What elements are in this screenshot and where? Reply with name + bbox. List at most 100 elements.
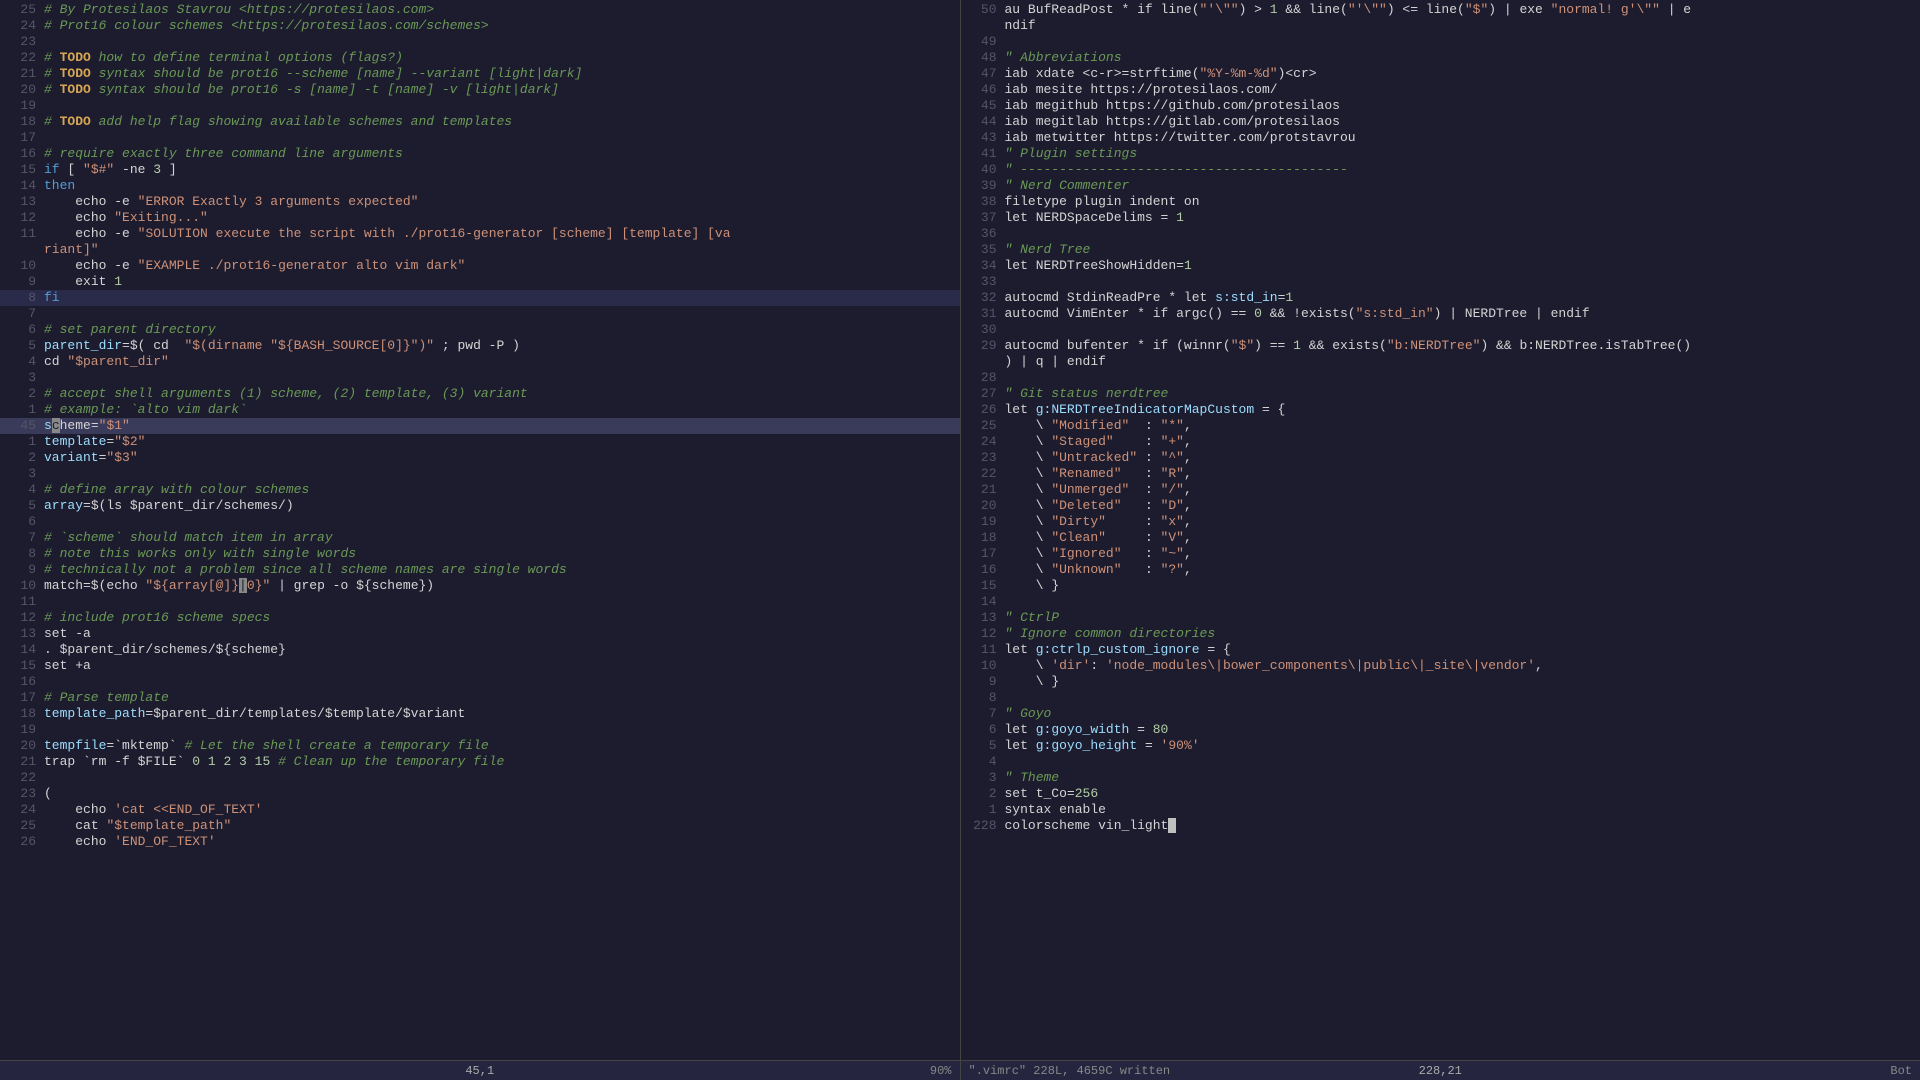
- table-row: 3: [0, 370, 960, 386]
- table-row: 21 # TODO syntax should be prot16 --sche…: [0, 66, 960, 82]
- table-row: 12 # include prot16 scheme specs: [0, 610, 960, 626]
- table-row: 13 echo -e "ERROR Exactly 3 arguments ex…: [0, 194, 960, 210]
- table-row: 2 set t_Co=256: [961, 786, 1920, 802]
- table-row: 21 \ "Unmerged" : "/",: [961, 482, 1920, 498]
- table-row: 13 " CtrlP: [961, 610, 1920, 626]
- table-row: 13 set -a: [0, 626, 960, 642]
- table-row: 23: [0, 34, 960, 50]
- table-row: 7: [0, 306, 960, 322]
- table-row: 3: [0, 466, 960, 482]
- table-row: 18 \ "Clean" : "V",: [961, 530, 1920, 546]
- table-row: 19: [0, 722, 960, 738]
- table-row: 12 echo "Exiting...": [0, 210, 960, 226]
- table-row: 7 " Goyo: [961, 706, 1920, 722]
- table-row: 6 # set parent directory: [0, 322, 960, 338]
- table-row: 34 let NERDTreeShowHidden=1: [961, 258, 1920, 274]
- table-row: 24 echo 'cat <<END_OF_TEXT': [0, 802, 960, 818]
- right-statusbar: ".vimrc" 228L, 4659C written 228,21 Bot: [961, 1060, 1920, 1080]
- right-status-bot: Bot: [1482, 1064, 1920, 1078]
- table-row: 46 iab mesite https://protesilaos.com/: [961, 82, 1920, 98]
- table-row: 37 let NERDSpaceDelims = 1: [961, 210, 1920, 226]
- left-pane: 25 # By Protesilaos Stavrou <https://pro…: [0, 0, 961, 1080]
- table-row: 1 syntax enable: [961, 802, 1920, 818]
- table-row: 14 . $parent_dir/schemes/${scheme}: [0, 642, 960, 658]
- table-row: 12 " Ignore common directories: [961, 626, 1920, 642]
- table-row: 20 # TODO syntax should be prot16 -s [na…: [0, 82, 960, 98]
- left-status-percent: 90%: [514, 1064, 959, 1078]
- table-row: 17: [0, 130, 960, 146]
- table-row: 1 # example: `alto vim dark`: [0, 402, 960, 418]
- table-row: 9 \ }: [961, 674, 1920, 690]
- table-row: 29 autocmd bufenter * if (winnr("$") == …: [961, 338, 1920, 354]
- table-row: 24 # Prot16 colour schemes <https://prot…: [0, 18, 960, 34]
- table-row: 35 " Nerd Tree: [961, 242, 1920, 258]
- table-row: 15 set +a: [0, 658, 960, 674]
- table-row: 39 " Nerd Commenter: [961, 178, 1920, 194]
- table-row: 41 " Plugin settings: [961, 146, 1920, 162]
- table-row: 23 (: [0, 786, 960, 802]
- table-row: 22 # TODO how to define terminal options…: [0, 50, 960, 66]
- table-row: 10 match=$(echo "${array[@]}|0}" | grep …: [0, 578, 960, 594]
- table-row: 25 # By Protesilaos Stavrou <https://pro…: [0, 2, 960, 18]
- table-row: 18 # TODO add help flag showing availabl…: [0, 114, 960, 130]
- table-row: 11 let g:ctrlp_custom_ignore = {: [961, 642, 1920, 658]
- table-row: 25 cat "$template_path": [0, 818, 960, 834]
- table-row: 11 echo -e "SOLUTION execute the script …: [0, 226, 960, 242]
- table-row: 21 trap `rm -f $FILE` 0 1 2 3 15 # Clean…: [0, 754, 960, 770]
- table-row: 36: [961, 226, 1920, 242]
- table-row: 22 \ "Renamed" : "R",: [961, 466, 1920, 482]
- table-row: 2 # accept shell arguments (1) scheme, (…: [0, 386, 960, 402]
- table-row: 50 au BufReadPost * if line("'\"") > 1 &…: [961, 2, 1920, 18]
- right-status-position: 228,21: [1399, 1064, 1482, 1078]
- table-row: 16: [0, 674, 960, 690]
- table-row: 28: [961, 370, 1920, 386]
- table-row: 7 # `scheme` should match item in array: [0, 530, 960, 546]
- table-row: 5 parent_dir=$( cd "$(dirname "${BASH_SO…: [0, 338, 960, 354]
- table-row: 48 " Abbreviations: [961, 50, 1920, 66]
- table-row: 9 # technically not a problem since all …: [0, 562, 960, 578]
- table-row: 8: [961, 690, 1920, 706]
- table-row: 5 let g:goyo_height = '90%': [961, 738, 1920, 754]
- table-row: 45 scheme="$1": [0, 418, 960, 434]
- table-row: 10 \ 'dir': 'node_modules\|bower_compone…: [961, 658, 1920, 674]
- table-row: 33: [961, 274, 1920, 290]
- table-row: 38 filetype plugin indent on: [961, 194, 1920, 210]
- table-row: 20 tempfile=`mktemp` # Let the shell cre…: [0, 738, 960, 754]
- table-row: 22: [0, 770, 960, 786]
- right-code-area[interactable]: 50 au BufReadPost * if line("'\"") > 1 &…: [961, 0, 1920, 1060]
- table-row: 19 \ "Dirty" : "x",: [961, 514, 1920, 530]
- table-row: 228 colorscheme vin_light: [961, 818, 1920, 834]
- table-row: 4 cd "$parent_dir": [0, 354, 960, 370]
- table-row: 24 \ "Staged" : "+",: [961, 434, 1920, 450]
- right-pane: 50 au BufReadPost * if line("'\"") > 1 &…: [961, 0, 1920, 1080]
- table-row: 23 \ "Untracked" : "^",: [961, 450, 1920, 466]
- table-row: 30: [961, 322, 1920, 338]
- table-row: 32 autocmd StdinReadPre * let s:std_in=1: [961, 290, 1920, 306]
- table-row: 3 " Theme: [961, 770, 1920, 786]
- table-row: 26 echo 'END_OF_TEXT': [0, 834, 960, 850]
- table-row: 6 let g:goyo_width = 80: [961, 722, 1920, 738]
- table-row: 10 echo -e "EXAMPLE ./prot16-generator a…: [0, 258, 960, 274]
- table-row: 16 # require exactly three command line …: [0, 146, 960, 162]
- table-row: 18 template_path=$parent_dir/templates/$…: [0, 706, 960, 722]
- left-code-area[interactable]: 25 # By Protesilaos Stavrou <https://pro…: [0, 0, 960, 1060]
- table-row: 49: [961, 34, 1920, 50]
- table-row: 4: [961, 754, 1920, 770]
- table-row: 14 then: [0, 178, 960, 194]
- table-row: 1 template="$2": [0, 434, 960, 450]
- table-row: 19: [0, 98, 960, 114]
- table-row: 17 # Parse template: [0, 690, 960, 706]
- right-status-filename: ".vimrc" 228L, 4659C written: [961, 1064, 1399, 1078]
- table-row: ) | q | endif: [961, 354, 1920, 370]
- table-row: riant]": [0, 242, 960, 258]
- table-row: 14: [961, 594, 1920, 610]
- table-row: ndif: [961, 18, 1920, 34]
- table-row: 6: [0, 514, 960, 530]
- left-status-position: 45,1: [445, 1064, 514, 1078]
- table-row: 27 " Git status nerdtree: [961, 386, 1920, 402]
- table-row: 11: [0, 594, 960, 610]
- table-row: 9 exit 1: [0, 274, 960, 290]
- table-row: 15 if [ "$#" -ne 3 ]: [0, 162, 960, 178]
- table-row: 44 iab megitlab https://gitlab.com/prote…: [961, 114, 1920, 130]
- table-row: 26 let g:NERDTreeIndicatorMapCustom = {: [961, 402, 1920, 418]
